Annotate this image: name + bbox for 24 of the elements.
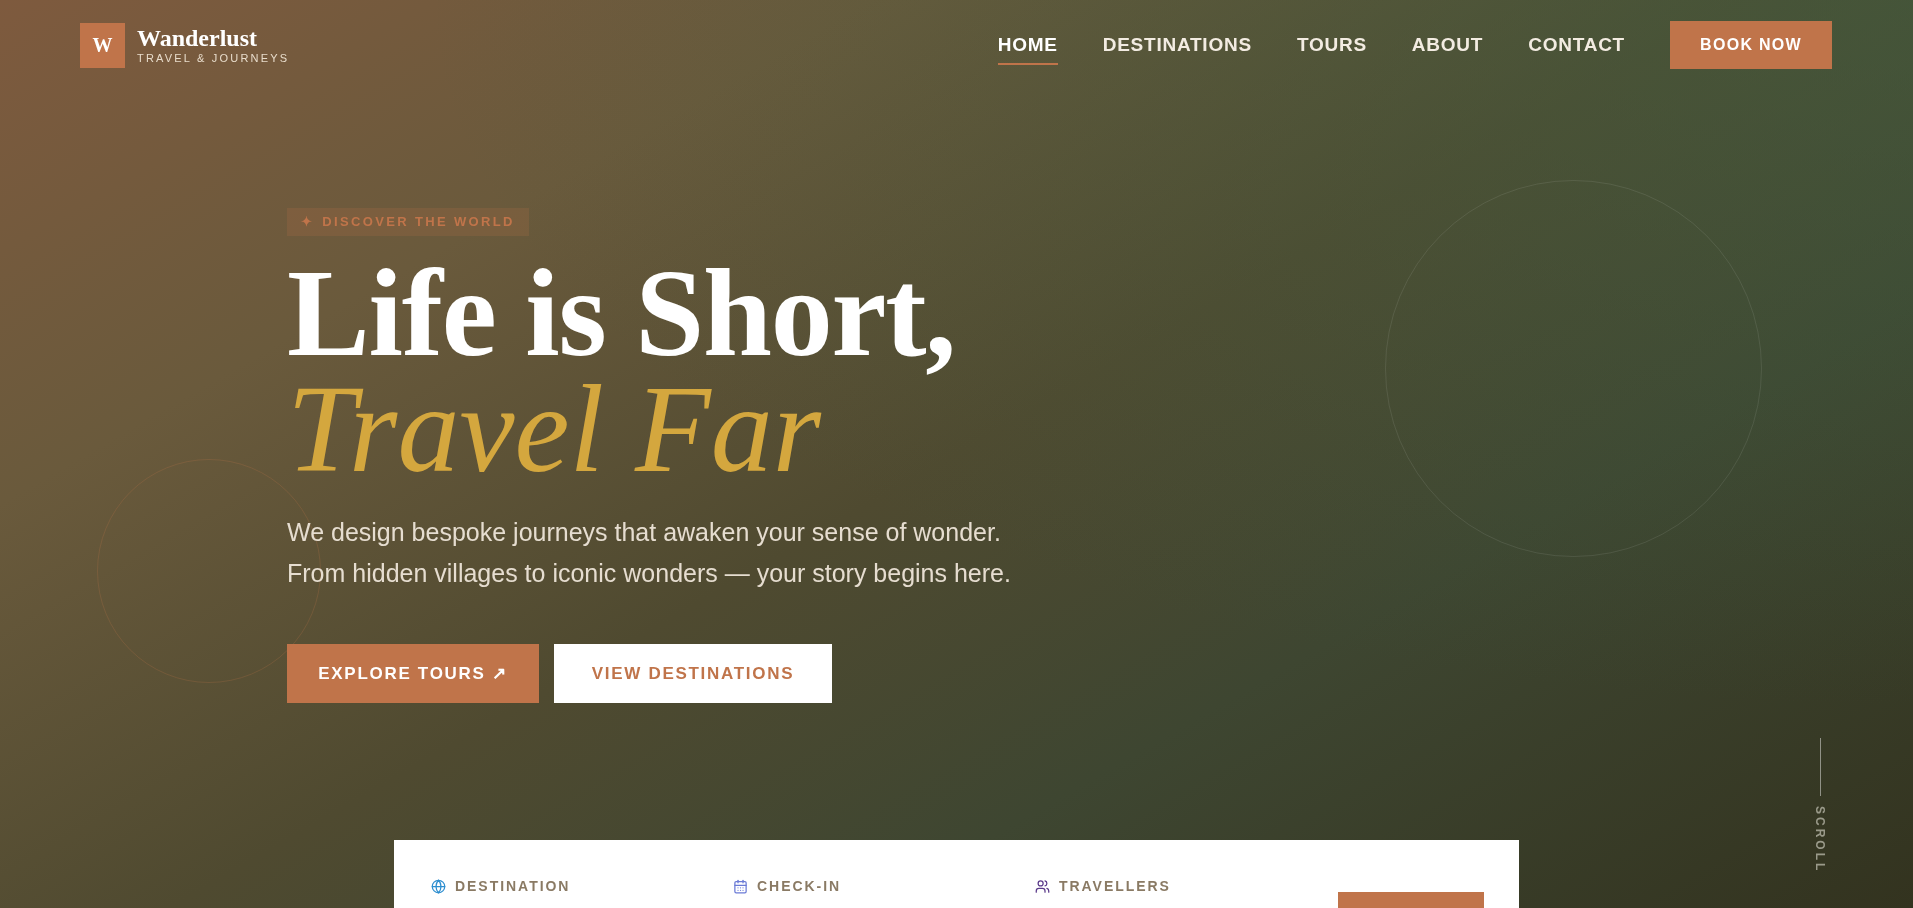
explore-tours-button[interactable]: EXPLORE TOURS ↗ (287, 644, 539, 703)
people-icon (1035, 879, 1050, 894)
brand-tagline: TRAVEL & JOURNEYS (137, 53, 290, 64)
nav-link[interactable]: ABOUT (1411, 24, 1484, 66)
sparkle-icon: ✦ (301, 212, 315, 232)
scroll-line (1819, 738, 1821, 796)
scroll-label: SCROLL (1812, 806, 1828, 874)
view-destinations-button[interactable]: VIEW DESTINATIONS (554, 644, 832, 703)
brand-name: Wanderlust (137, 26, 259, 50)
hero-description: We design bespoke journeys that awaken your sense of wonder. From hidden villages to iconic wonders — your story begins here. (287, 517, 1012, 589)
field-label: CHECK-IN (757, 877, 842, 896)
nav-link[interactable]: HOME (997, 24, 1058, 66)
hero-title-accent: Travel Far (287, 372, 822, 488)
calendar-icon (733, 879, 748, 894)
book-now-button[interactable]: BOOK NOW (1670, 21, 1832, 69)
badge-text: DISCOVER THE WORLD (322, 213, 515, 232)
field-label: TRAVELLERS (1059, 877, 1171, 896)
nav-link[interactable]: TOURS (1296, 24, 1367, 66)
logo-mark: W (80, 22, 125, 68)
field-label: DESTINATION (455, 877, 571, 896)
search-button[interactable] (1338, 892, 1484, 908)
globe-icon (431, 879, 446, 894)
nav-link[interactable]: CONTACT (1528, 24, 1625, 66)
nav-link[interactable]: DESTINATIONS (1102, 24, 1252, 66)
